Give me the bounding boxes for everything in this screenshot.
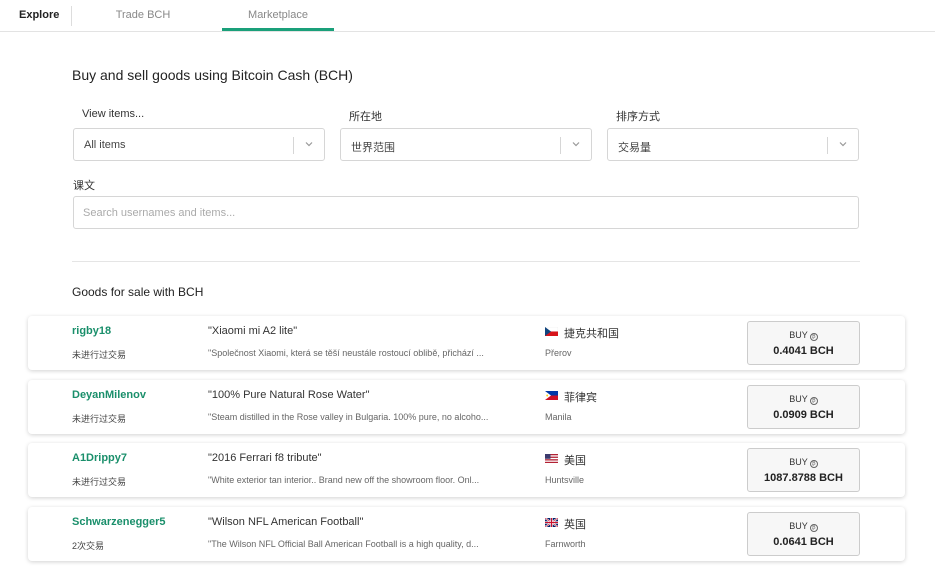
- section-divider: [72, 261, 860, 262]
- nav-divider: [71, 6, 72, 26]
- listing-country: 美国: [564, 455, 586, 467]
- location-label: 所在地: [349, 111, 382, 123]
- seller-username[interactable]: rigby18: [72, 325, 111, 337]
- select-divider: [827, 137, 828, 154]
- seller-trade-count: 未进行过交易: [72, 350, 127, 360]
- select-divider: [293, 137, 294, 154]
- section-title: Goods for sale with BCH: [72, 285, 204, 299]
- page-title: Buy and sell goods using Bitcoin Cash (B…: [72, 67, 353, 83]
- bch-icon: ₿: [809, 524, 818, 532]
- czech-flag-icon: [545, 327, 558, 336]
- listing-card[interactable]: DeyanMilenov 未进行过交易 "100% Pure Natural R…: [28, 380, 905, 434]
- seller-trade-count: 未进行过交易: [72, 414, 127, 424]
- buy-label: BUY ₿: [748, 457, 859, 468]
- location-value: 世界范围: [351, 142, 395, 154]
- uk-flag-icon: [545, 518, 558, 527]
- listing-card[interactable]: Schwarzenegger5 2次交易 "Wilson NFL America…: [28, 507, 905, 561]
- sort-value: 交易量: [618, 142, 651, 154]
- listing-description: "White exterior tan interior.. Brand new…: [208, 475, 480, 485]
- text-search-label: 课文: [73, 180, 95, 192]
- listing-title[interactable]: "Xiaomi mi A2 lite": [208, 325, 528, 337]
- view-items-select[interactable]: All items: [73, 128, 325, 161]
- listing-price: 1087.8788 BCH: [764, 472, 843, 484]
- buy-label: BUY ₿: [748, 330, 859, 341]
- bch-icon: ₿: [809, 397, 818, 405]
- listing-description: "Steam distilled in the Rose valley in B…: [208, 412, 489, 422]
- seller-username[interactable]: A1Drippy7: [72, 452, 127, 464]
- listing-country: 英国: [564, 519, 586, 531]
- listing-price: 0.0641 BCH: [773, 536, 834, 548]
- chevron-down-icon: [572, 142, 580, 147]
- listing-country: 菲律宾: [564, 392, 597, 404]
- buy-button[interactable]: BUY ₿ 0.4041 BCH: [747, 321, 860, 365]
- listing-city: Přerov: [545, 348, 572, 358]
- bch-icon: ₿: [809, 460, 818, 468]
- listing-country: 捷克共和国: [564, 328, 619, 340]
- sort-label: 排序方式: [616, 111, 660, 123]
- listing-title[interactable]: "Wilson NFL American Football": [208, 516, 528, 528]
- tab-marketplace[interactable]: Marketplace: [222, 9, 334, 21]
- listing-description: "Společnost Xiaomi, která se těší neustá…: [208, 348, 484, 358]
- bch-icon: ₿: [809, 333, 818, 341]
- philippines-flag-icon: [545, 391, 558, 400]
- select-divider: [560, 137, 561, 154]
- listing-description: "The Wilson NFL Official Ball American F…: [208, 539, 479, 549]
- listing-price: 0.4041 BCH: [773, 345, 834, 357]
- listing-card[interactable]: rigby18 未进行过交易 "Xiaomi mi A2 lite" "Spol…: [28, 316, 905, 370]
- buy-label: BUY ₿: [748, 521, 859, 532]
- seller-trade-count: 2次交易: [72, 541, 105, 551]
- chevron-down-icon: [839, 142, 847, 147]
- top-nav: Explore Trade BCH Marketplace: [0, 0, 935, 32]
- buy-label: BUY ₿: [748, 394, 859, 405]
- listing-card[interactable]: A1Drippy7 未进行过交易 "2016 Ferrari f8 tribut…: [28, 443, 905, 497]
- buy-button[interactable]: BUY ₿ 1087.8788 BCH: [747, 448, 860, 492]
- chevron-down-icon: [305, 142, 313, 147]
- usa-flag-icon: [545, 454, 558, 463]
- nav-explore[interactable]: Explore: [19, 9, 59, 21]
- view-items-value: All items: [84, 139, 126, 151]
- listing-city: Farnworth: [545, 539, 586, 549]
- listing-title[interactable]: "100% Pure Natural Rose Water": [208, 389, 528, 401]
- location-select[interactable]: 世界范围: [340, 128, 592, 161]
- listing-price: 0.0909 BCH: [773, 409, 834, 421]
- seller-username[interactable]: Schwarzenegger5: [72, 516, 166, 528]
- listing-city: Huntsville: [545, 475, 585, 485]
- view-items-label: View items...: [82, 108, 145, 120]
- search-input[interactable]: [73, 196, 859, 229]
- sort-select[interactable]: 交易量: [607, 128, 859, 161]
- listing-city: Manila: [545, 412, 572, 422]
- seller-username[interactable]: DeyanMilenov: [72, 389, 146, 401]
- seller-trade-count: 未进行过交易: [72, 477, 127, 487]
- buy-button[interactable]: BUY ₿ 0.0909 BCH: [747, 385, 860, 429]
- tab-trade-bch[interactable]: Trade BCH: [82, 9, 204, 21]
- buy-button[interactable]: BUY ₿ 0.0641 BCH: [747, 512, 860, 556]
- listing-title[interactable]: "2016 Ferrari f8 tribute": [208, 452, 528, 464]
- active-tab-indicator: [222, 28, 334, 31]
